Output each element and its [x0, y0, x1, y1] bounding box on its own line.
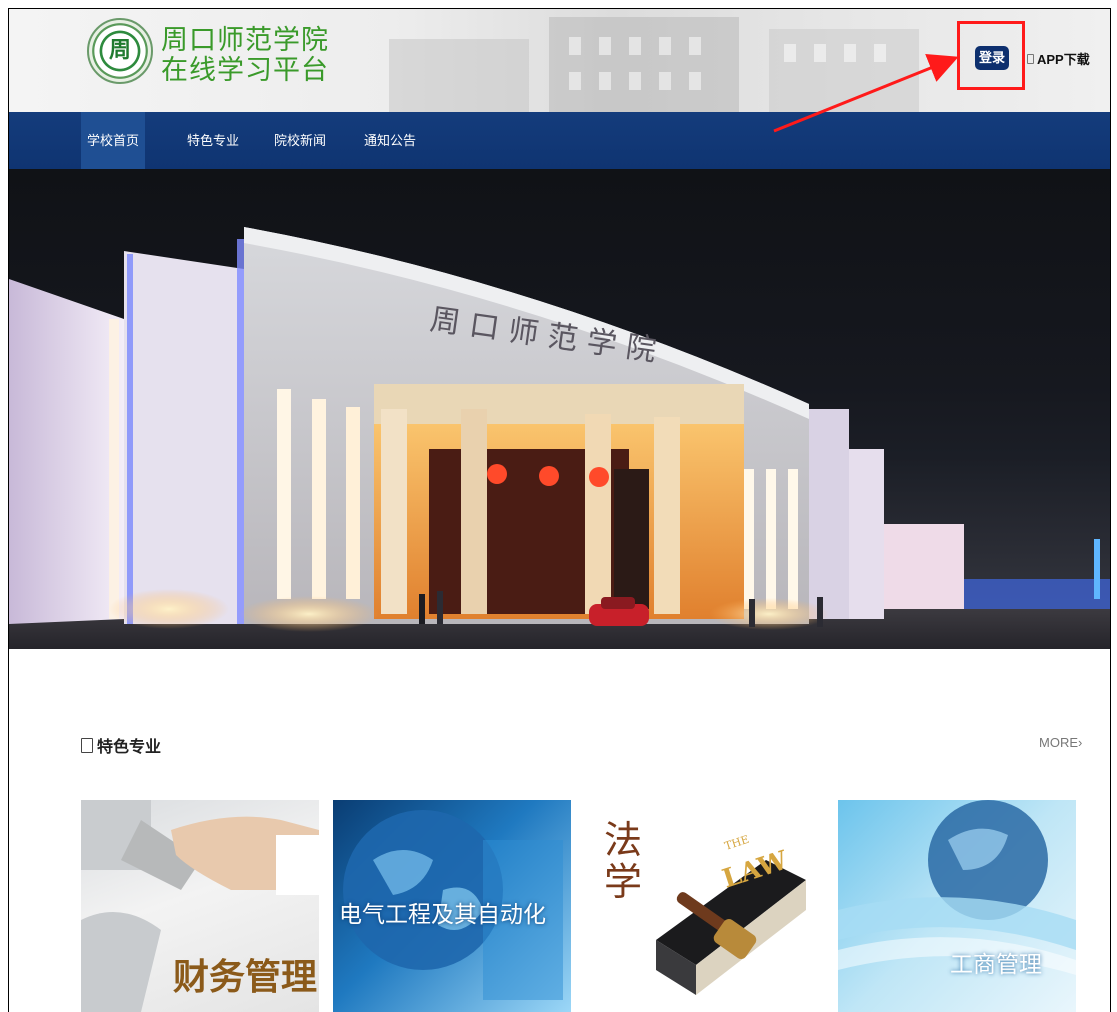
card-law[interactable]: LAW THE 法学	[586, 800, 824, 1012]
card-electrical-engineering[interactable]: 电气工程及其自动化	[333, 800, 571, 1012]
campus-gate-photo: 周 口 师 范 学 院	[9, 227, 1110, 649]
card-label: 财务管理	[173, 956, 318, 997]
book-icon	[81, 737, 93, 753]
hero-banner[interactable]: 周 口 师 范 学 院	[9, 169, 1110, 649]
annotation-arrow	[773, 54, 959, 133]
card-business-administration[interactable]: 工商管理	[838, 800, 1076, 1012]
law-book-subtitle: THE	[723, 833, 751, 853]
more-link[interactable]: MORE›	[1039, 735, 1082, 750]
page-frame: 周 周口师范学院 在线学习平台 登录 APP下载 学校首页 特色专业 院校新闻 …	[8, 8, 1111, 1012]
featured-title-text: 特色专业	[97, 739, 162, 756]
card-financial-management[interactable]: 财务管理	[81, 800, 319, 1012]
featured-section-title: 特色专业	[81, 733, 161, 757]
card-label: 电气工程及其自动化	[339, 901, 546, 927]
globe-illustration	[838, 800, 1076, 975]
card-label: 工商管理	[950, 951, 1042, 977]
card-label: 法学	[604, 820, 643, 904]
